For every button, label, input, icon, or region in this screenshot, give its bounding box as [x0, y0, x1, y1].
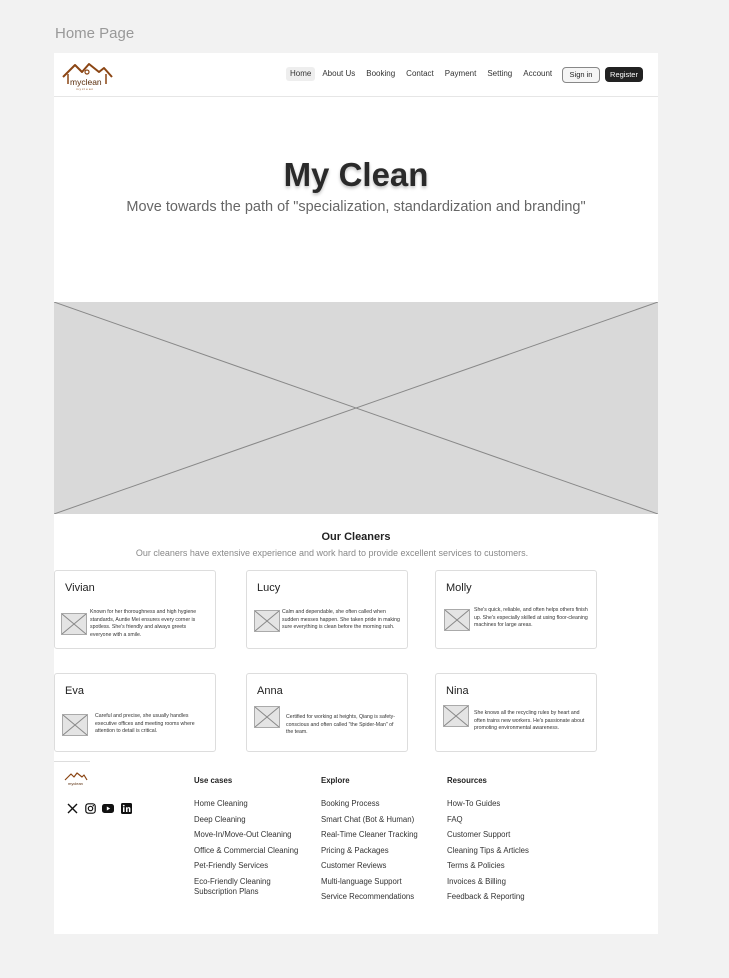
footer-link[interactable]: Eco-Friendly Cleaning [194, 877, 298, 888]
nav-payment[interactable]: Payment [441, 67, 481, 81]
cleaners-subtitle: Our cleaners have extensive experience a… [135, 548, 529, 558]
cleaner-description: She knows all the recycling rules by hea… [474, 710, 585, 732]
hero-title: My Clean [283, 156, 429, 193]
x-icon[interactable] [66, 802, 78, 814]
cleaner-description: Careful and precise, she usually handles… [95, 713, 195, 735]
hero-image-placeholder [53, 301, 659, 515]
register-button[interactable]: Register [605, 67, 643, 82]
cleaners-title: Our Cleaners [321, 531, 391, 543]
footer-link[interactable]: Customer Reviews [321, 861, 418, 877]
logo-tagline: myclean [76, 87, 94, 91]
cleaner-description: She's quick, reliable, and often helps o… [474, 607, 588, 629]
cleaner-name: Lucy [257, 582, 281, 594]
instagram-icon[interactable] [84, 802, 96, 814]
logo-icon[interactable]: myclean myclean [60, 59, 114, 91]
footer-link[interactable]: Customer Support [447, 830, 529, 846]
footer-link[interactable]: Pet-Friendly Services [194, 861, 298, 877]
cleaner-photo-placeholder [254, 706, 280, 728]
cleaner-description: Calm and dependable, she often called wh… [282, 609, 400, 631]
footer-col-title: Explore [321, 776, 350, 785]
footer-link[interactable]: Multi-language Support [321, 877, 418, 893]
cleaner-photo-placeholder [254, 610, 280, 632]
cleaner-name: Nina [446, 685, 469, 697]
header: myclean myclean Home About Us Booking Co… [54, 53, 658, 97]
cleaner-name: Vivian [65, 582, 95, 594]
sign-in-button[interactable]: Sign in [562, 67, 600, 83]
cleaner-name: Eva [65, 685, 84, 697]
footer-col-explore: Explore Booking Process Smart Chat (Bot … [321, 776, 418, 908]
footer-link[interactable]: Cleaning Tips & Articles [447, 846, 529, 862]
footer-link[interactable]: Home Cleaning [194, 799, 298, 815]
cleaner-card-eva[interactable]: Eva Careful and precise, she usually han… [54, 673, 216, 752]
footer-link[interactable]: Pricing & Packages [321, 846, 418, 862]
footer-logo-text: myclean [68, 781, 83, 786]
footer-link[interactable]: Invoices & Billing [447, 877, 529, 893]
youtube-icon[interactable] [102, 802, 114, 814]
cleaner-description: Certified for working at heights, Qiang … [286, 714, 395, 736]
nav-about-us[interactable]: About Us [318, 67, 359, 81]
linkedin-icon[interactable] [120, 802, 132, 814]
nav-setting[interactable]: Setting [483, 67, 516, 81]
footer-link[interactable]: Move-In/Move-Out Cleaning [194, 830, 298, 846]
footer-link[interactable]: Terms & Policies [447, 861, 529, 877]
footer-link[interactable]: Feedback & Reporting [447, 892, 529, 908]
footer-link[interactable]: Booking Process [321, 799, 418, 815]
hero-subtitle: Move towards the path of "specialization… [126, 199, 586, 215]
cleaner-card-vivian[interactable]: Vivian Known for her thoroughness and hi… [54, 570, 216, 649]
footer-link[interactable]: How-To Guides [447, 799, 529, 815]
footer-link[interactable]: Smart Chat (Bot & Human) [321, 815, 418, 831]
cleaner-photo-placeholder [62, 714, 88, 736]
cleaner-description: Known for her thoroughness and high hygi… [90, 609, 197, 638]
nav-contact[interactable]: Contact [402, 67, 438, 81]
nav-home[interactable]: Home [286, 67, 316, 81]
cleaner-name: Anna [257, 685, 283, 697]
footer-link[interactable]: Real-Time Cleaner Tracking [321, 830, 418, 846]
social-links [66, 802, 132, 814]
cleaner-card-anna[interactable]: Anna Certified for working at heights, Q… [246, 673, 408, 752]
footer-col-resources: Resources How-To Guides FAQ Customer Sup… [447, 776, 529, 908]
cleaner-card-nina[interactable]: Nina She knows all the recycling rules b… [435, 673, 597, 752]
footer-link[interactable]: FAQ [447, 815, 529, 831]
logo-text: myclean [70, 77, 102, 87]
nav-account[interactable]: Account [519, 67, 556, 81]
cleaner-card-lucy[interactable]: Lucy Calm and dependable, she often call… [246, 570, 408, 649]
cleaner-name: Molly [446, 582, 472, 594]
cleaner-photo-placeholder [443, 705, 469, 727]
cleaner-photo-placeholder [444, 609, 470, 631]
footer-link[interactable]: Office & Commercial Cleaning [194, 846, 298, 862]
footer-col-title: Resources [447, 776, 487, 785]
footer-logo-icon[interactable]: myclean [64, 771, 88, 787]
footer-link[interactable]: Service Recommendations [321, 892, 418, 908]
page-frame: myclean myclean Home About Us Booking Co… [53, 53, 659, 934]
cleaner-photo-placeholder [61, 613, 87, 635]
footer-link[interactable]: Deep Cleaning [194, 815, 298, 831]
nav-booking[interactable]: Booking [362, 67, 399, 81]
main-nav: Home About Us Booking Contact Payment Se… [286, 67, 559, 81]
page-label: Home Page [55, 25, 135, 42]
cleaner-card-molly[interactable]: Molly She's quick, reliable, and often h… [435, 570, 597, 649]
footer-link[interactable]: Subscription Plans [194, 887, 298, 898]
footer-divider [54, 761, 90, 762]
footer-col-use-cases: Use cases Home Cleaning Deep Cleaning Mo… [194, 776, 298, 898]
footer-col-title: Use cases [194, 776, 233, 785]
